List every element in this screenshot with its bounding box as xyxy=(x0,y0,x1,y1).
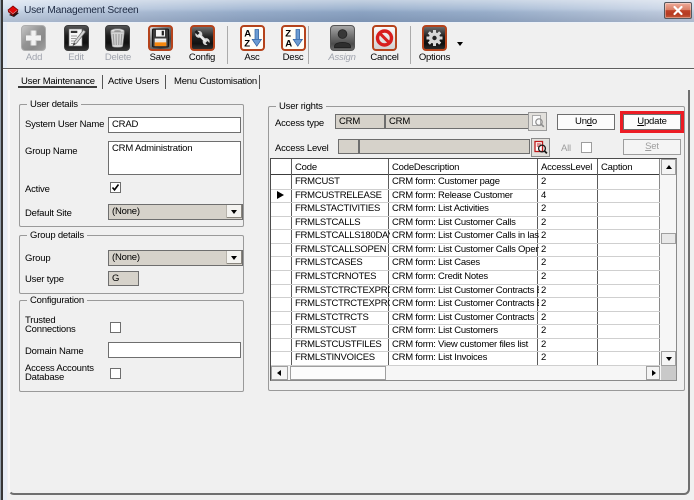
svg-text:Z: Z xyxy=(244,38,250,49)
svg-text:A: A xyxy=(285,38,292,49)
